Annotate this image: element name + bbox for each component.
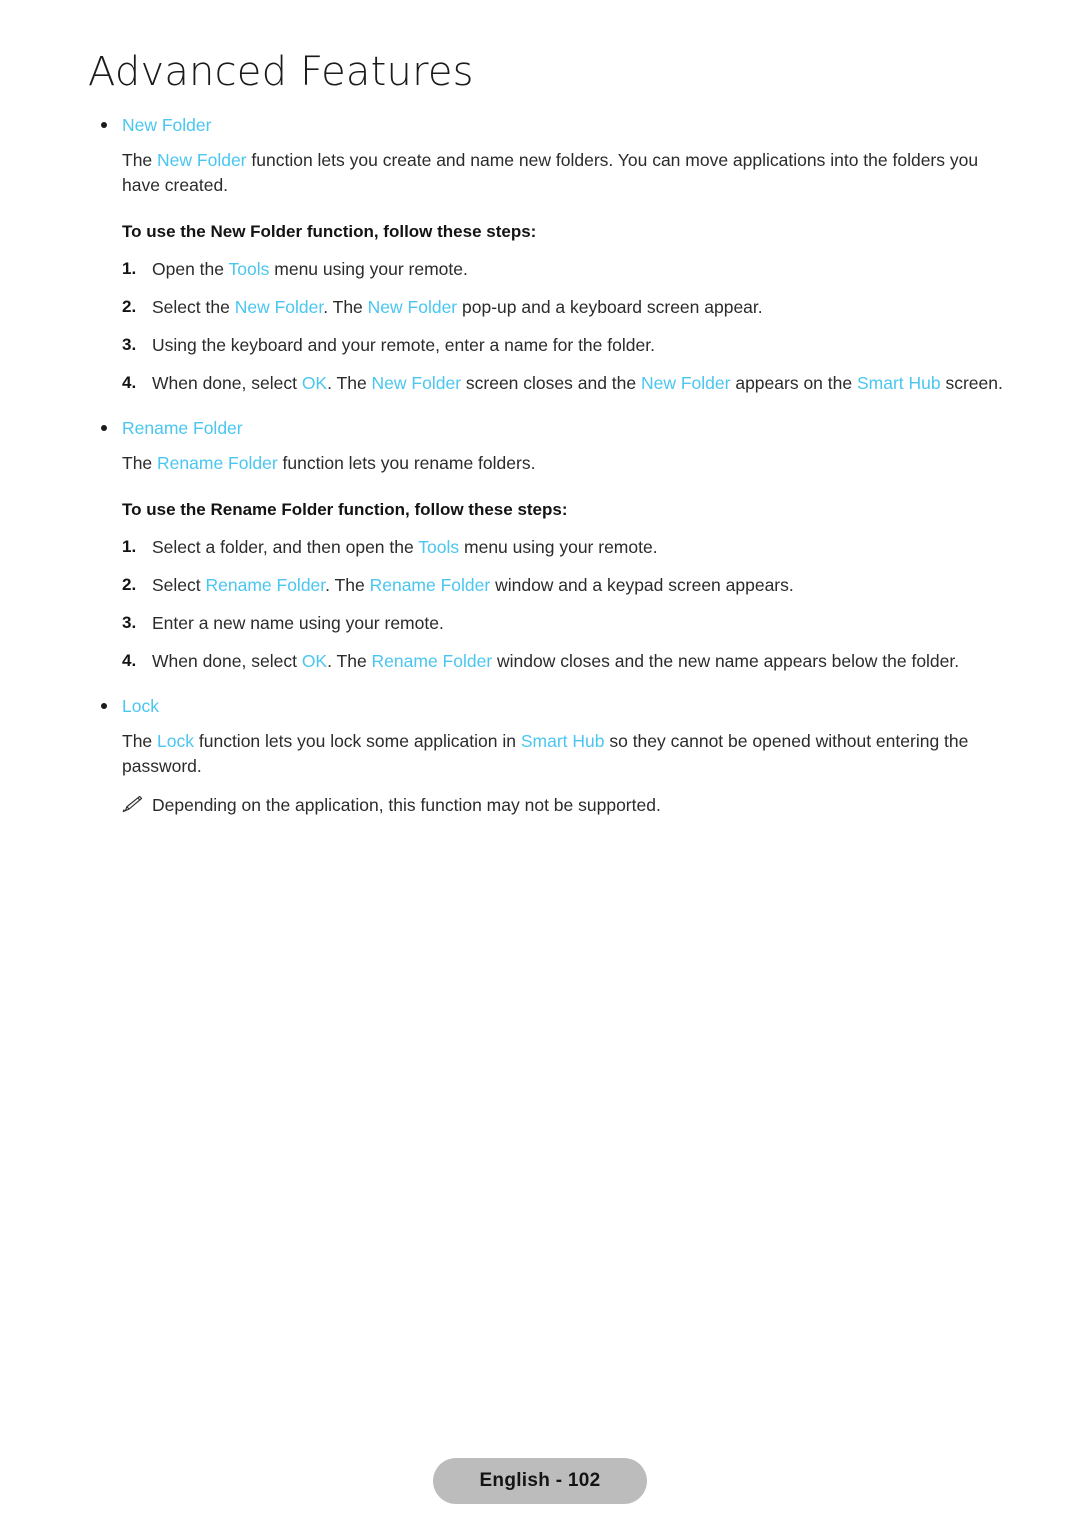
term-smart-hub: Smart Hub	[856, 373, 941, 393]
new-folder-intro-paragraph: The New Folder function lets you create …	[96, 148, 1008, 198]
step-number: 4.	[122, 373, 137, 392]
section-heading-label: Rename Folder	[122, 418, 243, 438]
text-fragment: function lets you lock some application …	[194, 731, 521, 751]
term-new-folder: New Folder	[641, 373, 731, 393]
text-fragment: . The	[325, 575, 370, 595]
term-smart-hub: Smart Hub	[520, 731, 605, 751]
term-ok: OK	[301, 651, 328, 671]
page-number-badge: English - 102	[433, 1458, 647, 1504]
text-fragment: When done, select	[152, 651, 302, 671]
term-ok: OK	[301, 373, 328, 393]
text-fragment: appears on the	[730, 373, 857, 393]
rename-folder-steps-list: 1. Select a folder, and then open the Too…	[96, 535, 1008, 673]
bullet-dot-icon	[101, 425, 107, 431]
document-content: New Folder The New Folder function lets …	[96, 114, 1008, 817]
term-new-folder: New Folder	[367, 297, 458, 317]
term-tools: Tools	[228, 259, 270, 279]
section-heading-rename-folder: Rename Folder	[96, 417, 1008, 439]
text-fragment: Select a folder, and then open the	[152, 537, 419, 557]
text-fragment: The	[122, 150, 158, 170]
lock-note-text: Depending on the application, this funct…	[152, 795, 661, 815]
text-fragment: Enter a new name using your remote.	[152, 613, 444, 633]
list-item: 1. Open the Tools menu using your remote.	[96, 257, 1008, 281]
list-item: 4. When done, select OK. The New Folder s…	[96, 371, 1008, 395]
text-fragment: menu using your remote.	[269, 259, 468, 279]
list-item: 2. Select the New Folder. The New Folder …	[96, 295, 1008, 319]
list-item: 4. When done, select OK. The Rename Folde…	[96, 649, 1008, 673]
rename-folder-steps-heading: To use the Rename Folder function, follo…	[122, 500, 568, 519]
term-new-folder: New Folder	[371, 373, 462, 393]
text-fragment: function lets you create and name new fo…	[122, 150, 979, 195]
step-number: 1.	[122, 259, 137, 278]
text-fragment: Using the keyboard and your remote, ente…	[152, 335, 655, 355]
bullet-dot-icon	[101, 122, 107, 128]
text-fragment: Select the	[152, 297, 235, 317]
text-fragment: window closes and the new name appears b…	[492, 651, 960, 671]
term-rename-folder: Rename Folder	[205, 575, 326, 595]
list-item: 2. Select Rename Folder. The Rename Folde…	[96, 573, 1008, 597]
term-new-folder: New Folder	[234, 297, 324, 317]
section-heading-label: Lock	[122, 696, 159, 716]
text-fragment: . The	[327, 373, 372, 393]
pencil-note-icon	[122, 794, 144, 814]
lock-note: Depending on the application, this funct…	[96, 793, 1008, 817]
step-number: 2.	[122, 297, 137, 316]
text-fragment: pop-up and a keyboard screen appear.	[457, 297, 763, 317]
step-number: 3.	[122, 613, 137, 632]
rename-folder-intro-paragraph: The Rename Folder function lets you rena…	[96, 451, 1008, 476]
text-fragment: The	[122, 731, 158, 751]
section-heading-new-folder: New Folder	[96, 114, 1008, 136]
text-fragment: screen.	[940, 373, 1003, 393]
text-fragment: When done, select	[152, 373, 302, 393]
term-lock: Lock	[157, 731, 194, 751]
term-rename-folder: Rename Folder	[369, 575, 491, 595]
text-fragment: Open the	[152, 259, 229, 279]
text-fragment: The	[122, 453, 158, 473]
step-number: 3.	[122, 335, 137, 354]
page-title: Advanced Features	[88, 49, 474, 95]
term-rename-folder: Rename Folder	[371, 651, 493, 671]
text-fragment: screen closes and the	[461, 373, 641, 393]
list-item: 1. Select a folder, and then open the Too…	[96, 535, 1008, 559]
text-fragment: . The	[323, 297, 368, 317]
term-new-folder: New Folder	[157, 150, 247, 170]
text-fragment: Select	[152, 575, 206, 595]
bullet-dot-icon	[101, 703, 107, 709]
page-footer: English - 102	[0, 1458, 1080, 1504]
term-rename-folder: Rename Folder	[157, 453, 278, 473]
text-fragment: menu using your remote.	[459, 537, 658, 557]
text-fragment: function lets you rename folders.	[277, 453, 536, 473]
step-number: 1.	[122, 537, 137, 556]
section-heading-lock: Lock	[96, 695, 1008, 717]
text-fragment: . The	[327, 651, 372, 671]
text-fragment: window and a keypad screen appears.	[490, 575, 794, 595]
new-folder-steps-heading: To use the New Folder function, follow t…	[122, 222, 537, 241]
term-tools: Tools	[418, 537, 460, 557]
step-number: 2.	[122, 575, 137, 594]
list-item: 3. Enter a new name using your remote.	[96, 611, 1008, 635]
new-folder-steps-list: 1. Open the Tools menu using your remote.…	[96, 257, 1008, 395]
step-number: 4.	[122, 651, 137, 670]
lock-intro-paragraph: The Lock function lets you lock some app…	[96, 729, 1008, 779]
section-heading-label: New Folder	[122, 115, 212, 135]
list-item: 3. Using the keyboard and your remote, en…	[96, 333, 1008, 357]
document-page: Advanced Features New Folder The New Fol…	[0, 0, 1080, 1534]
